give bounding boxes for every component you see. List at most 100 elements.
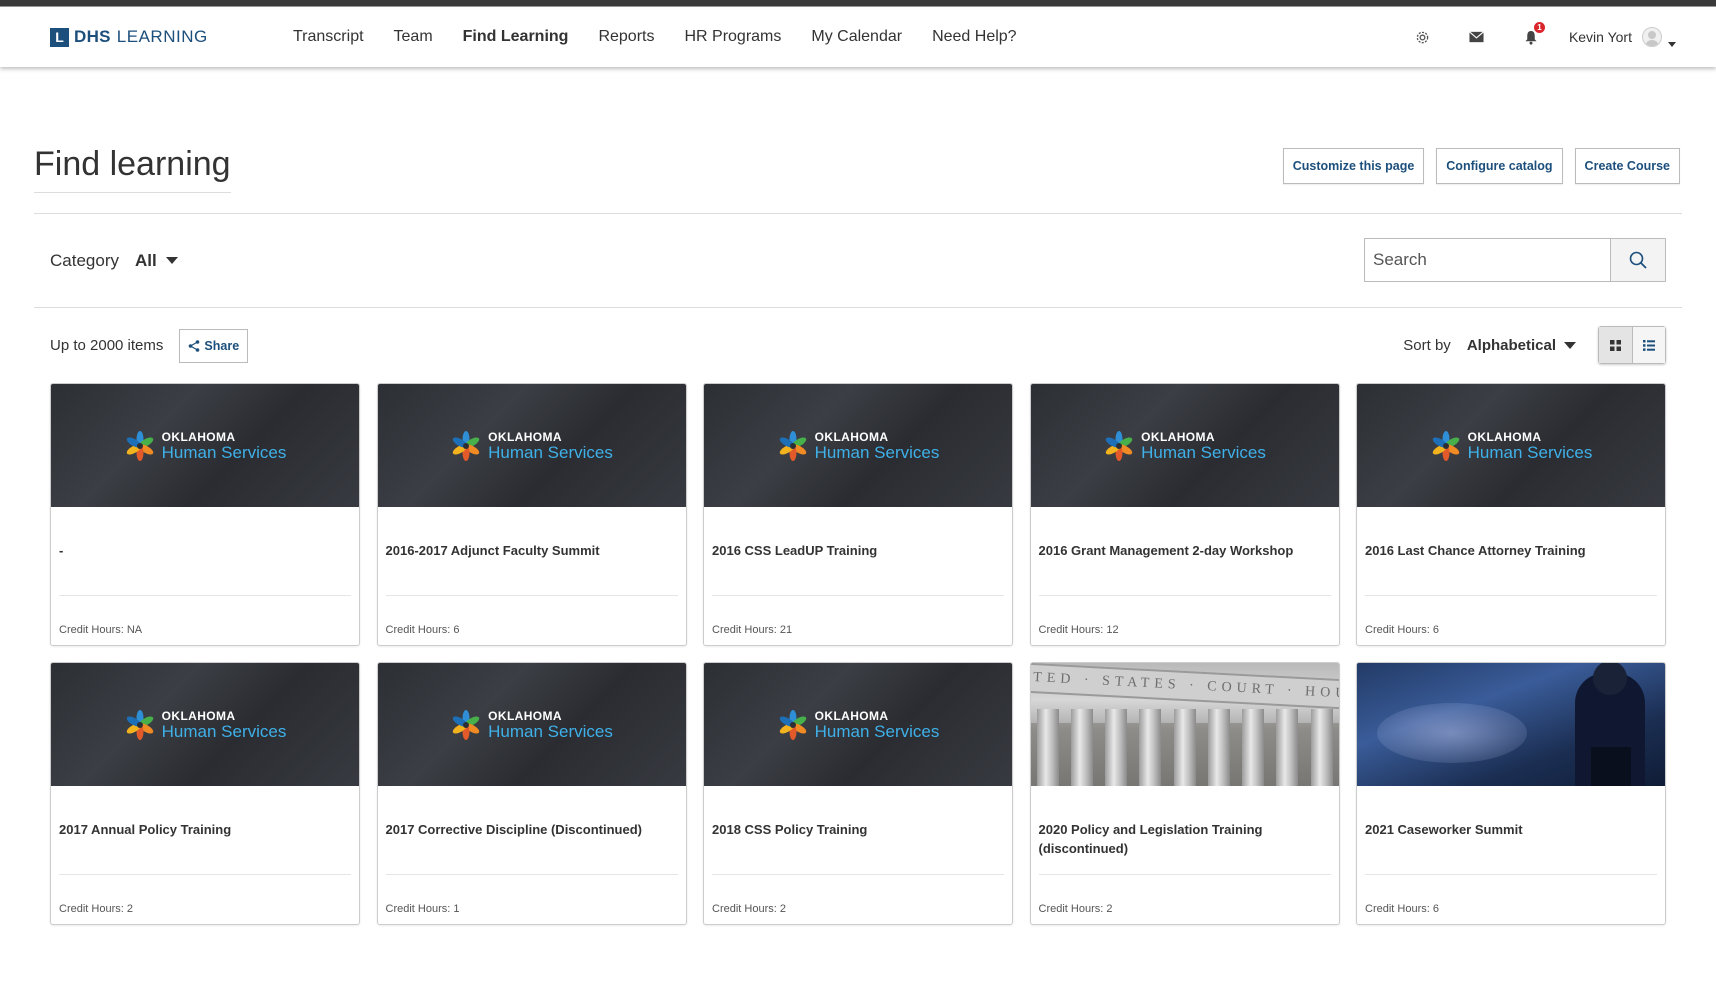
dhs-learning-logo[interactable]: L DHS LEARNING bbox=[50, 27, 243, 47]
ok-logo-line2: Human Services bbox=[1467, 442, 1593, 462]
main-content: Find learning Customize this page Config… bbox=[0, 67, 1716, 925]
search-box bbox=[1364, 238, 1666, 282]
course-thumbnail[interactable]: OKLAHOMA Human Services bbox=[377, 384, 686, 507]
course-card[interactable]: OKLAHOMA Human Services - Credit Hours: N… bbox=[50, 383, 360, 646]
ok-logo-line1: OKLAHOMA bbox=[1141, 429, 1215, 444]
ok-flower-icon bbox=[779, 430, 806, 461]
course-card[interactable]: OKLAHOMA Human Services 2016 CSS LeadUP … bbox=[703, 383, 1013, 646]
course-thumbnail[interactable]: OKLAHOMA Human Services bbox=[1357, 384, 1665, 507]
course-card[interactable]: OKLAHOMA Human Services 2017 Annual Poli… bbox=[50, 662, 360, 925]
course-thumbnail[interactable]: OKLAHOMA Human Services bbox=[704, 663, 1012, 786]
course-card[interactable]: OKLAHOMA Human Services 2016-2017 Adjunc… bbox=[376, 383, 687, 646]
category-label: Category bbox=[50, 250, 119, 270]
title-row: Find learning Customize this page Config… bbox=[34, 67, 1682, 213]
course-title[interactable]: 2016-2017 Adjunct Faculty Summit bbox=[385, 507, 678, 596]
oklahoma-human-services-logo: OKLAHOMA Human Services bbox=[124, 709, 287, 741]
course-title[interactable]: 2017 Corrective Discipline (Discontinued… bbox=[385, 786, 678, 875]
ok-flower-icon bbox=[779, 709, 806, 740]
course-title[interactable]: 2016 CSS LeadUP Training bbox=[712, 507, 1004, 596]
nav-reports[interactable]: Reports bbox=[598, 28, 654, 46]
nav-transcript[interactable]: Transcript bbox=[293, 28, 364, 46]
course-thumbnail[interactable]: OKLAHOMA Human Services bbox=[377, 663, 686, 786]
create-course-button[interactable]: Create Course bbox=[1574, 148, 1680, 184]
credit-hours: Credit Hours: 6 bbox=[385, 624, 460, 636]
credit-hours: Credit Hours: 6 bbox=[1365, 903, 1439, 915]
oklahoma-human-services-logo: OKLAHOMA Human Services bbox=[450, 709, 613, 741]
nav-utilities: 1 Kevin Yort bbox=[1379, 22, 1676, 47]
user-name[interactable]: Kevin Yort bbox=[1569, 29, 1632, 45]
share-icon bbox=[189, 339, 200, 352]
ok-logo-line2: Human Services bbox=[814, 442, 940, 462]
course-card[interactable]: OKLAHOMA Human Services 2016 Last Chance… bbox=[1356, 383, 1666, 646]
grid-icon bbox=[1610, 339, 1621, 351]
course-card[interactable]: 2021 Caseworker Summit Credit Hours: 6 bbox=[1356, 662, 1666, 925]
share-button[interactable]: Share bbox=[179, 328, 249, 363]
list-view-button[interactable] bbox=[1632, 327, 1665, 363]
credit-hours: Credit Hours: 1 bbox=[385, 903, 460, 915]
credit-hours: Credit Hours: NA bbox=[59, 624, 143, 636]
search-button[interactable] bbox=[1610, 238, 1666, 282]
sort-label: Sort by bbox=[1403, 336, 1451, 354]
course-thumbnail[interactable] bbox=[1357, 663, 1665, 786]
ok-flower-icon bbox=[126, 709, 153, 740]
course-thumbnail[interactable]: OKLAHOMA Human Services bbox=[51, 663, 359, 786]
course-thumbnail[interactable]: OKLAHOMA Human Services bbox=[704, 384, 1012, 507]
nav-find-learning[interactable]: Find Learning bbox=[463, 28, 569, 46]
nav-team[interactable]: Team bbox=[394, 28, 433, 46]
course-title[interactable]: 2016 Last Chance Attorney Training bbox=[1365, 507, 1657, 596]
nav-need-help[interactable]: Need Help? bbox=[932, 28, 1017, 46]
course-card[interactable]: OKLAHOMA Human Services 2016 Grant Manag… bbox=[1029, 383, 1340, 646]
ok-logo-line2: Human Services bbox=[161, 442, 287, 462]
course-title[interactable]: - bbox=[59, 507, 351, 596]
nav-hr-programs[interactable]: HR Programs bbox=[684, 28, 781, 46]
view-toggle bbox=[1598, 326, 1666, 364]
ok-logo-line2: Human Services bbox=[488, 721, 613, 741]
course-thumbnail[interactable]: OKLAHOMA Human Services bbox=[51, 384, 359, 507]
avatar[interactable] bbox=[1642, 27, 1662, 47]
notification-badge: 1 bbox=[1533, 22, 1545, 33]
credit-hours: Credit Hours: 21 bbox=[712, 624, 793, 636]
gear-icon[interactable] bbox=[1413, 27, 1433, 47]
sort-dropdown[interactable]: Alphabetical bbox=[1467, 337, 1556, 354]
credit-hours: Credit Hours: 12 bbox=[1038, 624, 1119, 636]
nav-my-calendar[interactable]: My Calendar bbox=[811, 28, 902, 46]
course-card[interactable]: OKLAHOMA Human Services 2017 Corrective … bbox=[376, 662, 687, 925]
course-thumbnail[interactable]: OKLAHOMA Human Services bbox=[1030, 384, 1339, 507]
ok-logo-line2: Human Services bbox=[161, 721, 287, 741]
share-label: Share bbox=[204, 338, 240, 353]
ok-flower-icon bbox=[1105, 430, 1133, 461]
oklahoma-human-services-logo: OKLAHOMA Human Services bbox=[1103, 430, 1266, 462]
ok-logo-line1: OKLAHOMA bbox=[814, 429, 889, 444]
configure-catalog-button[interactable]: Configure catalog bbox=[1436, 148, 1563, 184]
ok-logo-line1: OKLAHOMA bbox=[488, 708, 562, 723]
courthouse-frieze-text: UNITED · STATES · COURT · HOUSE bbox=[1030, 663, 1339, 710]
envelope-icon[interactable] bbox=[1467, 27, 1487, 47]
sort-controls: Sort by Alphabetical bbox=[1403, 326, 1666, 364]
page-title: Find learning bbox=[34, 145, 231, 193]
oklahoma-human-services-logo: OKLAHOMA Human Services bbox=[777, 709, 939, 741]
chevron-down-icon[interactable] bbox=[1564, 341, 1576, 349]
course-title[interactable]: 2018 CSS Policy Training bbox=[712, 786, 1004, 875]
category-dropdown[interactable]: All bbox=[135, 251, 157, 271]
grid-view-button[interactable] bbox=[1599, 327, 1632, 363]
course-title[interactable]: 2020 Policy and Legislation Training (di… bbox=[1038, 786, 1331, 875]
course-title[interactable]: 2021 Caseworker Summit bbox=[1365, 786, 1657, 875]
search-input[interactable] bbox=[1364, 238, 1610, 282]
search-icon bbox=[1629, 251, 1647, 269]
ok-logo-line2: Human Services bbox=[1141, 442, 1266, 462]
course-title[interactable]: 2016 Grant Management 2-day Workshop bbox=[1038, 507, 1331, 596]
filter-row: Category All bbox=[34, 214, 1682, 307]
customize-page-button[interactable]: Customize this page bbox=[1282, 148, 1425, 184]
course-card[interactable]: OKLAHOMA Human Services 2018 CSS Policy … bbox=[703, 662, 1013, 925]
logo-light-text: LEARNING bbox=[116, 27, 208, 46]
bell-icon[interactable]: 1 bbox=[1521, 22, 1545, 47]
ok-logo-line1: OKLAHOMA bbox=[1467, 429, 1542, 444]
course-thumbnail[interactable]: UNITED · STATES · COURT · HOUSE bbox=[1030, 663, 1339, 786]
chevron-down-icon[interactable] bbox=[1668, 41, 1676, 47]
chevron-down-icon[interactable] bbox=[165, 257, 178, 264]
course-title[interactable]: 2017 Annual Policy Training bbox=[59, 786, 351, 875]
results-toolbar: Up to 2000 items Share Sort by Alphabeti… bbox=[34, 308, 1682, 383]
course-card[interactable]: UNITED · STATES · COURT · HOUSE 2020 Poli… bbox=[1029, 662, 1340, 925]
ok-logo-line1: OKLAHOMA bbox=[161, 429, 236, 444]
ok-logo-line2: Human Services bbox=[488, 442, 613, 462]
